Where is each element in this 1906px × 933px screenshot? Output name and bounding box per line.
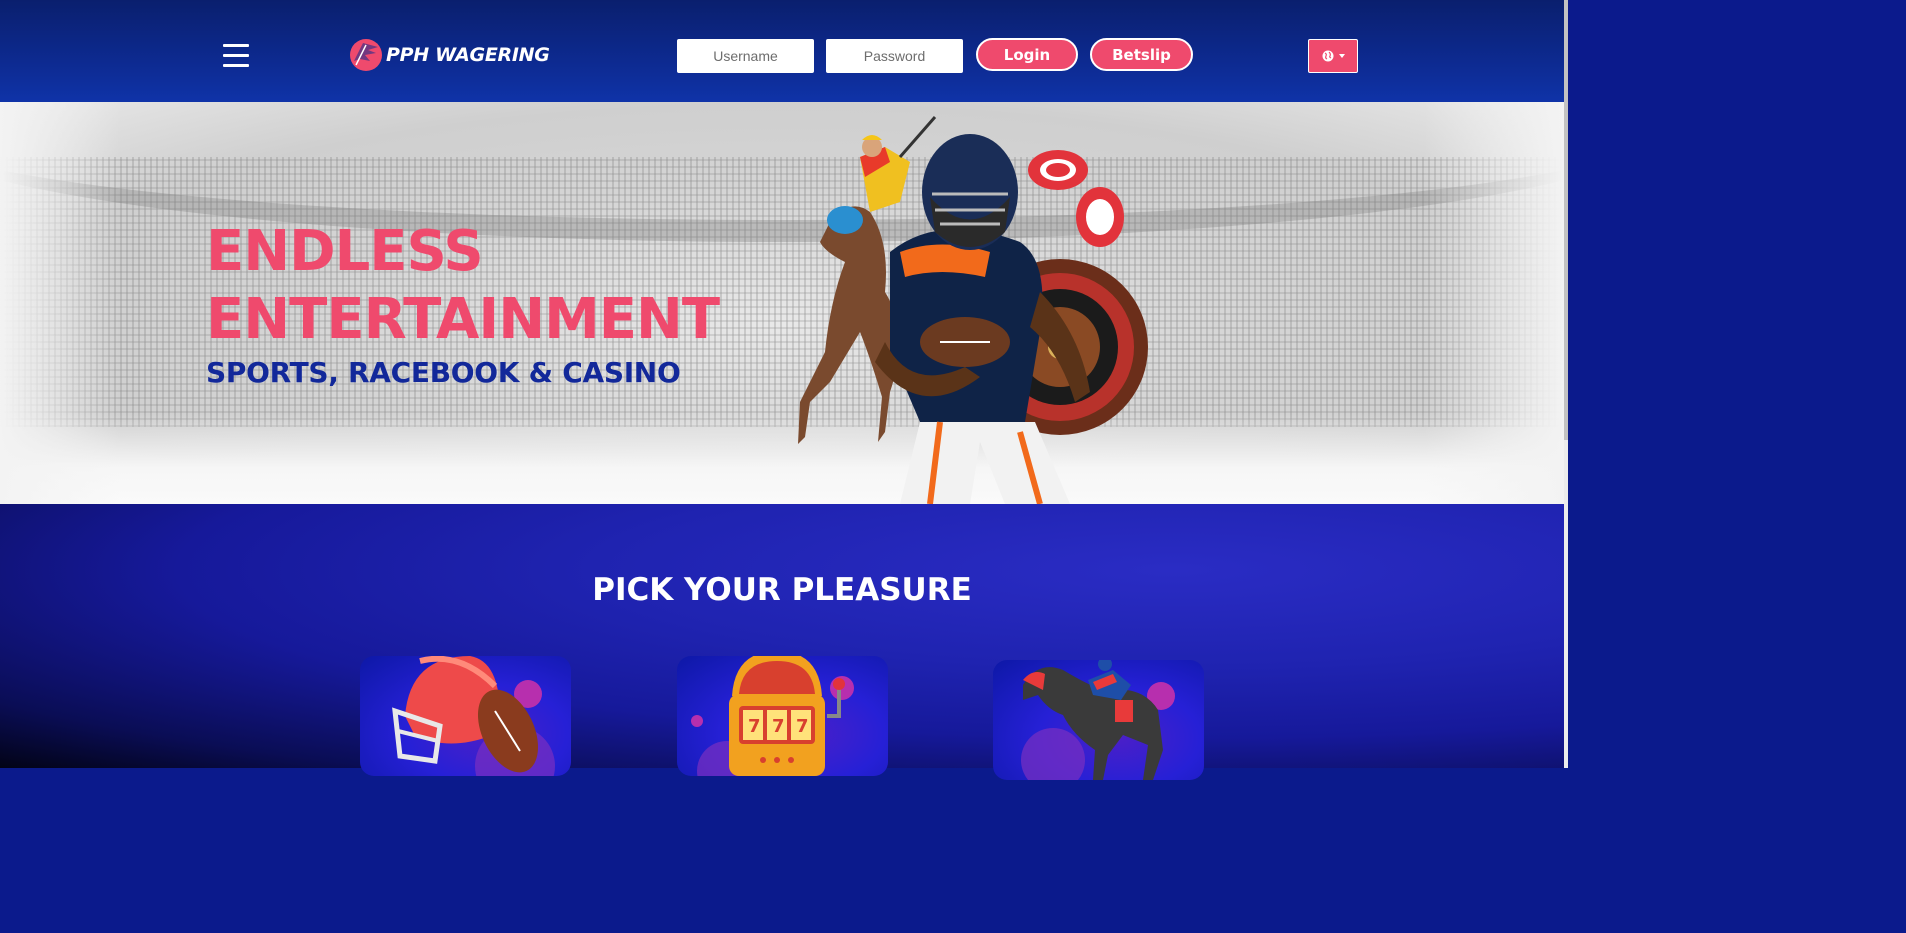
betslip-button[interactable]: Betslip: [1090, 38, 1193, 71]
hamburger-menu-icon[interactable]: [223, 44, 249, 67]
pick-your-pleasure-section: PICK YOUR PLEASURE 7 7 7: [0, 504, 1564, 780]
top-navbar: PPH WAGERING Login Betslip: [0, 0, 1564, 102]
casino-card[interactable]: 7 7 7: [677, 656, 888, 776]
scrollbar-thumb[interactable]: [1564, 0, 1568, 440]
password-input[interactable]: [826, 39, 963, 73]
racehorse-icon: [1021, 660, 1175, 780]
language-selector[interactable]: [1308, 39, 1358, 73]
poker-chip-icon: [1028, 150, 1088, 190]
globe-icon: [1322, 50, 1333, 62]
page-scrollbar[interactable]: [1564, 0, 1568, 768]
hero-subtitle: SPORTS, RACEBOOK & CASINO: [206, 356, 681, 389]
poker-chip-icon: [1076, 187, 1124, 247]
football-helmet-icon: [392, 656, 555, 776]
hero-title-line1: ENDLESS: [206, 219, 484, 284]
svg-text:7: 7: [796, 716, 809, 737]
section-title: PICK YOUR PLEASURE: [592, 572, 972, 608]
brand-logo[interactable]: PPH WAGERING: [348, 36, 550, 74]
eagle-logo-icon: [350, 39, 382, 71]
svg-text:7: 7: [748, 716, 761, 737]
svg-text:7: 7: [772, 716, 785, 737]
hero-banner: ENDLESS ENTERTAINMENT SPORTS, RACEBOOK &…: [0, 102, 1564, 504]
brand-name: PPH WAGERING: [386, 44, 550, 66]
username-input[interactable]: [677, 39, 814, 73]
racebook-card[interactable]: [993, 660, 1204, 780]
hero-athletes-illustration: [798, 116, 1148, 504]
hero-title-line2: ENTERTAINMENT: [206, 287, 720, 352]
sports-card[interactable]: [360, 656, 571, 776]
chevron-down-icon: [1338, 54, 1345, 58]
login-button[interactable]: Login: [976, 38, 1078, 71]
slot-machine-icon: 7 7 7: [691, 656, 854, 776]
